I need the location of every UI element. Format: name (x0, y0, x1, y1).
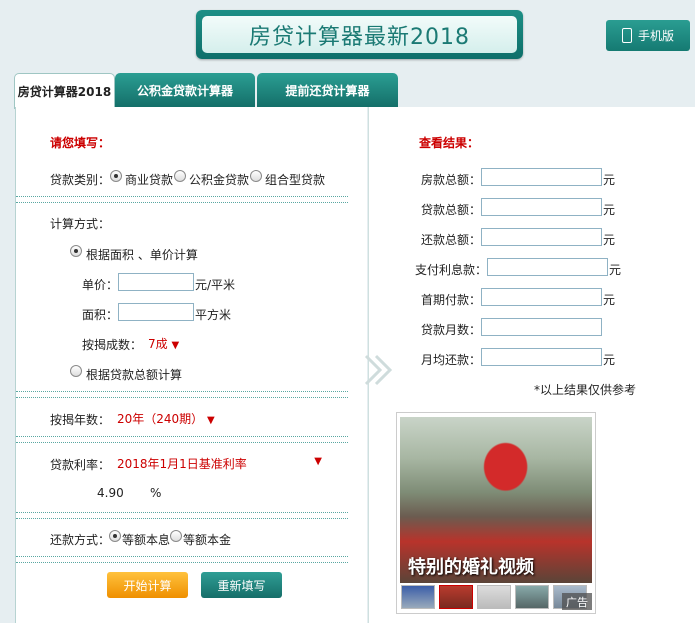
years-select[interactable]: 20年（240期） ▼ (117, 410, 215, 427)
mobile-version-label: 手机版 (637, 29, 674, 43)
area-unit: 平方米 (195, 308, 232, 322)
ad-thumbnail[interactable] (439, 585, 473, 609)
phone-icon (621, 28, 632, 43)
method-area-label: 根据面积 、单价计算 (86, 248, 198, 262)
unit-price-unit: 元/平米 (195, 278, 236, 292)
ratio-value: 7成 (148, 337, 168, 351)
result-unit: 元 (603, 233, 616, 247)
tab-label: 提前还贷计算器 (285, 83, 370, 98)
loan-type-label: 贷款类别： (50, 173, 111, 187)
title-banner: 房贷计算器最新2018 (196, 10, 523, 59)
ratio-select[interactable]: 7成 ▼ (148, 335, 179, 352)
radio-combined-loan[interactable] (250, 170, 262, 182)
result-down-payment (481, 288, 602, 306)
radio-housing-fund-loan[interactable] (174, 170, 186, 182)
method-total-label: 根据贷款总额计算 (86, 368, 183, 382)
result-repay-total (481, 228, 602, 246)
results-heading: 查看结果： (419, 136, 480, 150)
result-unit: 元 (603, 293, 616, 307)
chevron-right-icon (364, 354, 393, 386)
result-label-monthly: 月均还款： (421, 353, 482, 367)
unit-price-input[interactable] (118, 273, 194, 291)
radio-equal-installment[interactable] (109, 530, 121, 542)
ad-image[interactable]: 特别的婚礼视频 (400, 417, 592, 583)
years-label: 按揭年数： (50, 413, 111, 427)
unit-price-label: 单价： (82, 278, 119, 292)
form-heading: 请您填写： (50, 136, 111, 150)
chevron-down-icon: ▼ (314, 456, 322, 467)
radio-equal-principal[interactable] (170, 530, 182, 542)
section-divider (16, 512, 348, 519)
radio-commercial-loan[interactable] (110, 170, 122, 182)
calc-method-label: 计算方式： (50, 217, 111, 231)
result-interest (487, 258, 608, 276)
tab-prepayment-calculator[interactable]: 提前还贷计算器 (257, 73, 398, 107)
years-value: 20年（240期） (117, 412, 204, 426)
tab-mortgage-calculator[interactable]: 房贷计算器2018 (14, 73, 115, 109)
result-months (481, 318, 602, 336)
result-loan-total (481, 198, 602, 216)
result-house-total (481, 168, 602, 186)
tab-housing-fund-calculator[interactable]: 公积金贷款计算器 (115, 73, 255, 107)
rate-value: 2018年1月1日基准利率 (117, 457, 247, 471)
results-note: *以上结果仅供参考 (534, 383, 637, 397)
result-unit: 元 (603, 203, 616, 217)
mobile-version-button[interactable]: 手机版 (606, 20, 690, 51)
rate-unit: % (150, 486, 162, 500)
loan-type-commercial: 商业贷款 (125, 173, 174, 187)
result-unit: 元 (603, 173, 616, 187)
result-unit: 元 (603, 353, 616, 367)
result-label-interest: 支付利息款： (415, 263, 488, 277)
ad-thumbnail[interactable] (401, 585, 435, 609)
loan-type-housing-fund: 公积金贷款 (189, 173, 250, 187)
tab-label: 房贷计算器2018 (17, 85, 112, 99)
section-divider (16, 436, 348, 443)
page-title: 房贷计算器最新2018 (249, 24, 470, 50)
rate-number-input[interactable]: 4.90 (97, 486, 124, 500)
title-inner: 房贷计算器最新2018 (202, 16, 517, 53)
repay-label: 还款方式： (50, 533, 111, 547)
chevron-down-icon: ▼ (207, 415, 215, 426)
tab-label: 公积金贷款计算器 (136, 83, 233, 98)
rate-label: 贷款利率： (50, 458, 111, 472)
area-label: 面积： (82, 308, 119, 322)
result-unit: 元 (609, 263, 622, 277)
ad-caption: 特别的婚礼视频 (408, 557, 534, 578)
ad-label: 广告 (562, 593, 592, 610)
section-divider (16, 556, 348, 563)
ad-banner[interactable]: 特别的婚礼视频 (396, 412, 596, 614)
section-divider (16, 391, 348, 398)
result-label-loan-total: 贷款总额： (421, 203, 482, 217)
repay-equal-principal: 等额本金 (183, 533, 232, 547)
start-calculate-button[interactable]: 开始计算 (107, 572, 188, 598)
rate-select[interactable]: 2018年1月1日基准利率 ▼ (117, 455, 322, 472)
result-label-house-total: 房款总额： (421, 173, 482, 187)
ratio-label: 按揭成数： (82, 338, 143, 352)
ad-thumbnail[interactable] (515, 585, 549, 609)
result-label-repay-total: 还款总额： (421, 233, 482, 247)
radio-by-total[interactable] (70, 365, 82, 377)
result-label-months: 贷款月数： (421, 323, 482, 337)
result-label-down-payment: 首期付款： (421, 293, 482, 307)
ad-thumbnail[interactable] (477, 585, 511, 609)
reset-button[interactable]: 重新填写 (201, 572, 282, 598)
result-monthly (481, 348, 602, 366)
repay-equal-installment: 等额本息 (122, 533, 171, 547)
chevron-down-icon: ▼ (171, 340, 180, 351)
area-input[interactable] (118, 303, 194, 321)
loan-type-combined: 组合型贷款 (265, 173, 326, 187)
radio-by-area[interactable] (70, 245, 82, 257)
section-divider (16, 196, 348, 203)
